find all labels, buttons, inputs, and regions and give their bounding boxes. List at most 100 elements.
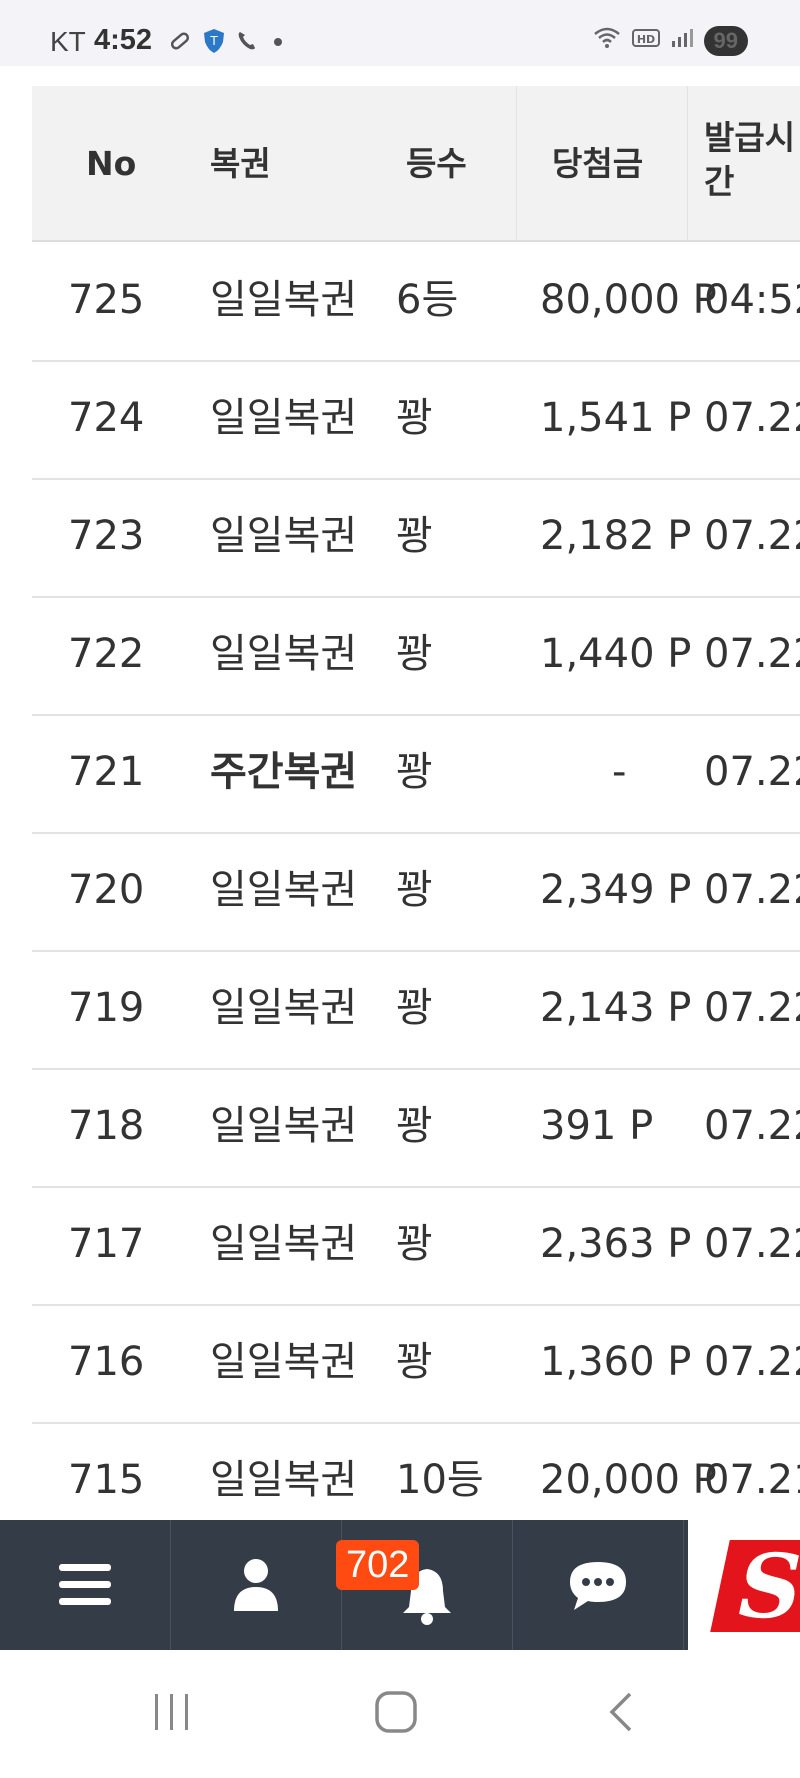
row-prize: 20,000 P	[540, 1457, 717, 1503]
bottom-nav: 702 S	[0, 1520, 800, 1650]
lottery-history-table: No 복권 등수 당첨금 발급시간 725 일일복권 6등 80,000 P04:52…	[32, 86, 800, 1526]
table-row[interactable]: 717 일일복권 꽝 2,363 P 07.22	[32, 1186, 800, 1306]
row-no: 724	[68, 395, 145, 441]
row-issue-time: 07.22	[704, 395, 800, 441]
row-issue-time: 04:52	[704, 277, 800, 323]
header-prize: 당첨금	[552, 144, 644, 183]
header-rank: 등수	[406, 144, 467, 183]
row-lottery-type: 일일복권	[210, 631, 358, 677]
notifications-button[interactable]: 702	[336, 1520, 513, 1650]
user-icon	[234, 1559, 278, 1611]
row-no: 716	[68, 1339, 145, 1385]
hd-icon: HD	[631, 27, 660, 55]
row-no: 721	[68, 749, 145, 795]
row-prize: 391 P	[540, 1103, 654, 1149]
status-bar: KT 4:52 T HD 99	[0, 0, 800, 66]
notification-count-badge: 702	[336, 1540, 420, 1590]
row-prize: 80,000 P	[540, 277, 717, 323]
table-row[interactable]: 725 일일복권 6등 80,000 P04:52	[32, 242, 800, 362]
ad-logo: S	[710, 1534, 800, 1638]
row-lottery-type: 일일복권	[210, 1103, 358, 1149]
carrier-label: KT	[50, 26, 86, 57]
row-no: 725	[68, 277, 145, 323]
ad-banner-thumbnail[interactable]: S	[688, 1520, 800, 1650]
notification-icons: T	[168, 28, 284, 61]
row-prize: 1,541 P	[540, 395, 692, 441]
svg-text:T: T	[209, 34, 218, 48]
table-row[interactable]: 724 일일복권 꽝 1,541 P 07.22	[32, 360, 800, 480]
row-rank: 꽝	[396, 631, 433, 677]
row-rank: 꽝	[396, 1339, 433, 1385]
wifi-icon	[592, 26, 622, 56]
dot-icon	[272, 29, 284, 60]
pill-icon	[168, 29, 192, 60]
table-header: No 복권 등수 당첨금 발급시간	[32, 86, 800, 242]
row-rank: 10등	[396, 1457, 484, 1503]
row-lottery-type: 일일복권	[210, 513, 358, 559]
table-row[interactable]: 720 일일복권 꽝 2,349 P 07.22	[32, 832, 800, 952]
svg-text:HD: HD	[636, 33, 654, 46]
phone-who-icon	[236, 29, 262, 60]
row-rank: 꽝	[396, 513, 433, 559]
home-button[interactable]	[374, 1690, 418, 1738]
table-row[interactable]: 722 일일복권 꽝 1,440 P 07.22	[32, 596, 800, 716]
row-prize: 2,182 P	[540, 513, 692, 559]
row-issue-time: 07.22	[704, 1103, 800, 1149]
chat-icon	[570, 1562, 626, 1610]
row-rank: 꽝	[396, 395, 433, 441]
recents-icon	[155, 1694, 188, 1730]
row-lottery-type: 일일복권	[210, 985, 358, 1031]
system-navigation-bar	[0, 1650, 800, 1778]
back-icon	[609, 1692, 632, 1732]
chat-button[interactable]	[513, 1520, 684, 1650]
row-issue-time: 07.22	[704, 985, 800, 1031]
row-prize: 1,360 P	[540, 1339, 692, 1385]
row-rank: 꽝	[396, 749, 433, 795]
row-issue-time: 07.22	[704, 867, 800, 913]
row-rank: 꽝	[396, 1103, 433, 1149]
row-prize: 1,440 P	[540, 631, 692, 677]
row-rank: 꽝	[396, 1221, 433, 1267]
row-lottery-type: 일일복권	[210, 1221, 358, 1267]
row-lottery-type: 일일복권	[210, 867, 358, 913]
row-prize: 2,143 P	[540, 985, 692, 1031]
row-lottery-type: 일일복권	[210, 277, 358, 323]
battery-indicator: 99	[703, 26, 748, 56]
row-no: 723	[68, 513, 145, 559]
row-issue-time: 07.22	[704, 749, 800, 795]
table-row[interactable]: 719 일일복권 꽝 2,143 P 07.22	[32, 950, 800, 1070]
row-no: 718	[68, 1103, 145, 1149]
menu-button[interactable]	[0, 1520, 171, 1650]
shield-icon: T	[202, 28, 226, 61]
table-row[interactable]: 715 일일복권 10등 20,000 P07.21	[32, 1422, 800, 1526]
row-prize: 2,363 P	[540, 1221, 692, 1267]
header-issue-time: 발급시간	[704, 118, 796, 201]
column-divider	[687, 86, 688, 240]
table-row[interactable]: 718 일일복권 꽝 391 P 07.22	[32, 1068, 800, 1188]
row-lottery-type: 주간복권	[210, 749, 358, 795]
row-issue-time: 07.22	[704, 1339, 800, 1385]
profile-button[interactable]	[171, 1520, 342, 1650]
row-issue-time: 07.22	[704, 631, 800, 677]
row-lottery-type: 일일복권	[210, 395, 358, 441]
row-no: 720	[68, 867, 145, 913]
row-issue-time: 07.22	[704, 1221, 800, 1267]
back-button[interactable]	[600, 1690, 644, 1738]
row-rank: 꽝	[396, 985, 433, 1031]
table-row[interactable]: 721 주간복권 꽝 - 07.22	[32, 714, 800, 834]
row-no: 722	[68, 631, 145, 677]
recents-button[interactable]	[150, 1690, 194, 1738]
column-divider	[516, 86, 517, 240]
table-row[interactable]: 716 일일복권 꽝 1,360 P 07.22	[32, 1304, 800, 1424]
table-row[interactable]: 723 일일복권 꽝 2,182 P 07.22	[32, 478, 800, 598]
row-issue-time: 07.21	[704, 1457, 800, 1503]
row-rank: 꽝	[396, 867, 433, 913]
menu-icon	[59, 1564, 111, 1605]
signal-icon	[670, 27, 694, 55]
header-lottery: 복권	[210, 144, 271, 183]
row-no: 715	[68, 1457, 145, 1503]
row-no: 717	[68, 1221, 145, 1267]
row-prize: 2,349 P	[540, 867, 692, 913]
home-icon	[375, 1691, 417, 1733]
header-no: No	[86, 144, 137, 183]
